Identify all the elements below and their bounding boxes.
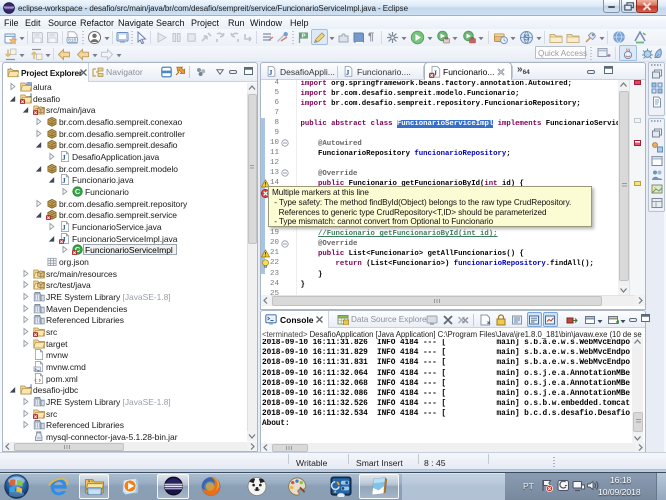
svg-text:J: J bbox=[346, 68, 350, 77]
svg-text:J: J bbox=[29, 384, 32, 390]
svg-text:P: P bbox=[302, 33, 306, 39]
svg-text:J: J bbox=[269, 68, 273, 77]
svg-text:J: J bbox=[62, 176, 66, 185]
svg-text:C: C bbox=[75, 187, 81, 196]
svg-text:J: J bbox=[29, 93, 32, 99]
svg-text:S: S bbox=[524, 33, 530, 42]
svg-text:J: J bbox=[62, 223, 66, 232]
svg-text:J: J bbox=[62, 153, 66, 162]
svg-text:010: 010 bbox=[68, 38, 77, 44]
